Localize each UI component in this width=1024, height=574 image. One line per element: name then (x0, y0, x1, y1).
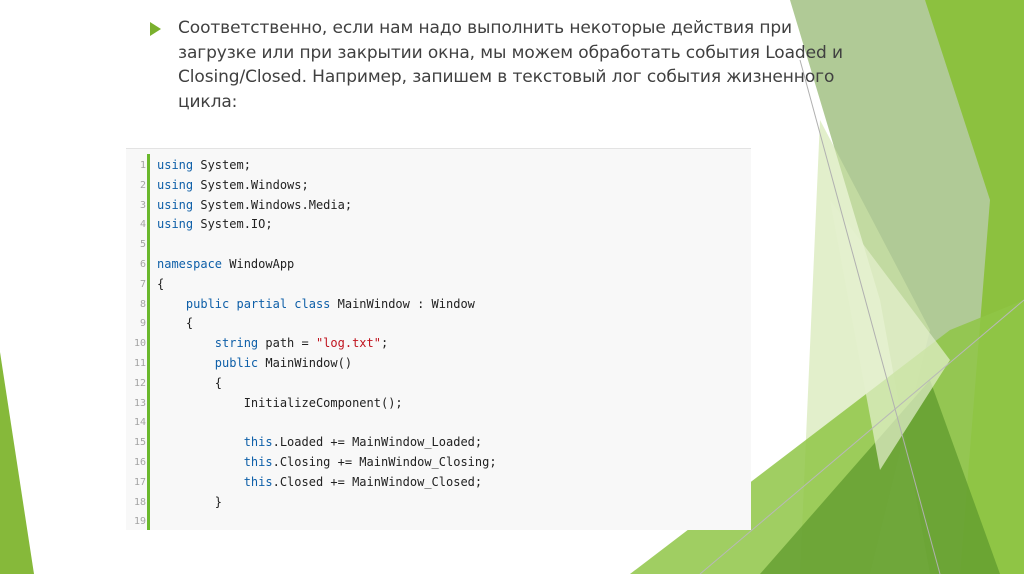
line-number: 5 (139, 239, 146, 251)
code-keyword: this (243, 474, 273, 489)
code-string: "log.txt" (315, 336, 381, 351)
code-keyword: public (214, 355, 259, 370)
paragraph-line: Соответственно, если нам надо выполнить … (178, 18, 792, 38)
code-keyword: using (157, 217, 194, 232)
line-number: 4 (139, 219, 146, 231)
line-number: 11 (133, 357, 146, 369)
code-line: using System.IO; (157, 215, 497, 235)
code-token: System.Windows; (193, 177, 309, 192)
paragraph-line: цикла: (178, 91, 238, 112)
code-token: path = (258, 336, 316, 351)
code-line: public MainWindow() (157, 354, 497, 374)
line-number: 16 (133, 456, 146, 468)
code-line: InitializeComponent(); (157, 394, 497, 414)
code-line: this.Closed += MainWindow_Closed; (157, 473, 497, 493)
code-line: using System.Windows.Media; (157, 196, 497, 216)
code-token: .Closed += MainWindow_Closed; (272, 474, 483, 489)
code-block: 1 2 3 4 5 6 7 8 9 10 11 12 13 14 15 16 17 18 19 using Syst… (126, 148, 751, 530)
paragraph-line: Closing/Closed. Например, запишем в текс… (178, 67, 835, 87)
code-line: string path = "log.txt"; (157, 334, 497, 354)
code-token: { (157, 316, 194, 331)
line-number: 18 (133, 496, 146, 508)
line-number: 6 (139, 258, 146, 270)
code-token: System; (193, 158, 251, 172)
code-keyword: using (157, 158, 194, 172)
bullet-arrow-icon (150, 22, 161, 36)
line-number: 9 (139, 318, 146, 330)
line-number: 17 (133, 476, 146, 488)
code-line: { (157, 374, 497, 394)
code-lines: using System; using System.Windows; using … (157, 156, 497, 532)
code-keyword: using (157, 177, 194, 192)
code-keyword: this (243, 435, 273, 450)
code-line: { (157, 275, 497, 295)
left-green-shape (0, 352, 34, 574)
code-line: namespace WindowApp (157, 255, 497, 275)
code-token: System.Windows.Media; (193, 197, 353, 212)
bullet-paragraph: Соответственно, если нам надо выполнить … (150, 16, 850, 114)
code-keyword: string (214, 336, 259, 351)
line-number: 7 (139, 278, 146, 290)
line-number: 3 (139, 199, 146, 211)
line-number: 19 (133, 516, 146, 528)
code-keyword: using (157, 197, 194, 212)
code-token: .Closing += MainWindow_Closing; (272, 454, 497, 469)
code-line: this.Closing += MainWindow_Closing; (157, 453, 497, 473)
code-line: } (157, 493, 497, 513)
code-token: InitializeComponent(); (157, 395, 403, 410)
line-number: 8 (139, 298, 146, 310)
code-token: System.IO; (193, 217, 273, 232)
code-line: public partial class MainWindow : Window (157, 295, 497, 315)
code-token: { (157, 276, 165, 291)
paragraph-line: загрузке или при закрытии окна, мы можем… (178, 42, 843, 63)
code-line: using System.Windows; (157, 176, 497, 196)
line-number: 12 (133, 377, 146, 389)
code-token: MainWindow() (258, 355, 353, 370)
code-line: this.Loaded += MainWindow_Loaded; (157, 433, 497, 453)
code-token: MainWindow : Window (330, 296, 475, 311)
line-number-gutter: 1 2 3 4 5 6 7 8 9 10 11 12 13 14 15 16 17 18 19 (126, 156, 146, 532)
code-token: ; (380, 336, 389, 351)
code-keyword: namespace (157, 256, 223, 271)
code-token: WindowApp (222, 256, 295, 271)
gutter-accent-bar (147, 154, 150, 530)
code-keyword: this (243, 454, 273, 469)
line-number: 14 (133, 417, 146, 429)
code-line: using System; (157, 156, 497, 176)
line-number: 10 (133, 338, 146, 350)
code-line: { (157, 314, 497, 334)
code-token: } (157, 494, 223, 509)
line-number: 2 (139, 179, 146, 191)
code-keyword: public partial class (185, 296, 331, 311)
paragraph-text: Соответственно, если нам надо выполнить … (178, 16, 843, 114)
line-number: 1 (139, 160, 146, 171)
line-number: 13 (133, 397, 146, 409)
line-number: 15 (133, 437, 146, 449)
code-token: { (157, 375, 223, 390)
code-token: .Loaded += MainWindow_Loaded; (272, 435, 483, 450)
